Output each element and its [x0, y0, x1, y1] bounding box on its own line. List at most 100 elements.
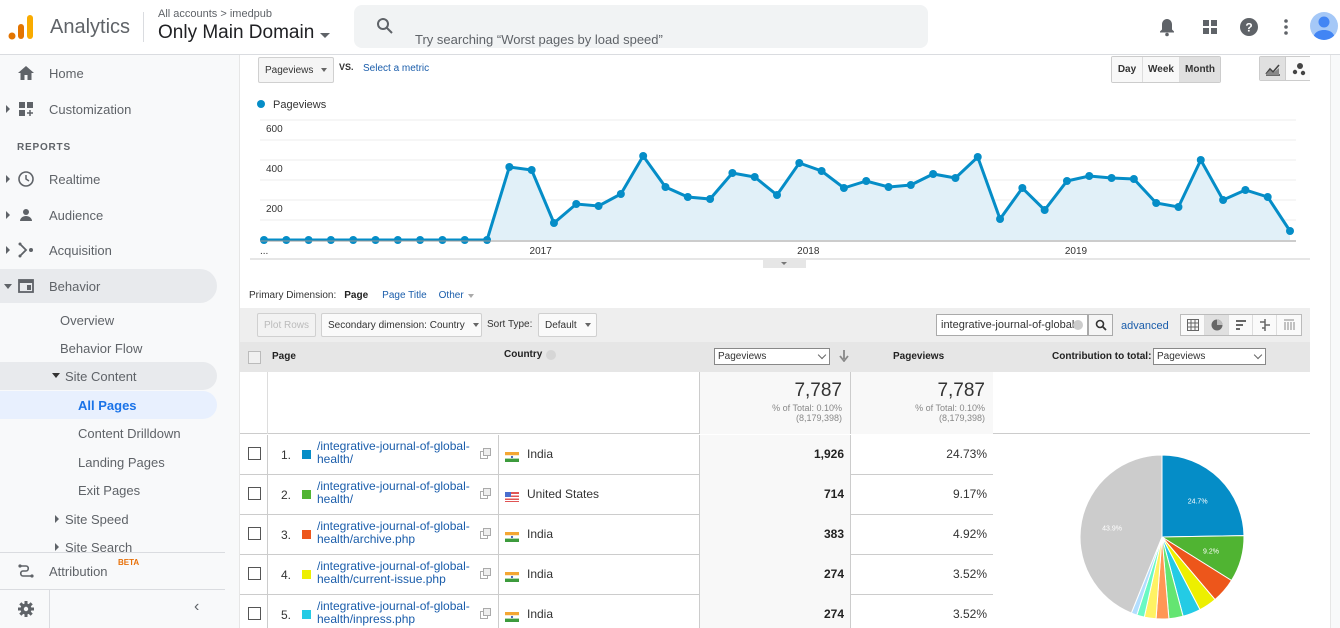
data-point[interactable]: [260, 236, 268, 244]
row-checkbox[interactable]: [248, 527, 261, 540]
comparison-view-button[interactable]: [1253, 315, 1277, 335]
data-point[interactable]: [862, 177, 871, 185]
table-filter-input[interactable]: integrative-journal-of-global: [936, 314, 1088, 336]
sidebar-item-acquisition[interactable]: Acquisition: [0, 233, 217, 267]
page-link[interactable]: /integrative-journal-of-global-health/cu…: [317, 560, 470, 586]
search-bar[interactable]: Try searching “Worst pages by load speed…: [354, 5, 928, 48]
percentage-view-button[interactable]: [1205, 315, 1229, 335]
sidebar-item-behavior-flow[interactable]: Behavior Flow: [0, 334, 217, 362]
sidebar-item-behavior[interactable]: Behavior: [0, 269, 217, 303]
page-link[interactable]: /integrative-journal-of-global-health/in…: [317, 600, 470, 626]
data-point[interactable]: [1062, 177, 1071, 185]
data-point[interactable]: [1107, 174, 1116, 182]
country-column-header[interactable]: Country: [504, 349, 542, 360]
data-point[interactable]: [973, 153, 982, 161]
sidebar-item-audience[interactable]: Audience: [0, 198, 217, 232]
data-point[interactable]: [750, 173, 759, 181]
data-point[interactable]: [326, 236, 335, 244]
scrollbar-track[interactable]: [1330, 55, 1340, 628]
data-point[interactable]: [549, 219, 558, 227]
advanced-filter-link[interactable]: advanced: [1121, 320, 1169, 332]
data-point[interactable]: [527, 166, 536, 174]
data-point[interactable]: [728, 169, 737, 177]
row-checkbox[interactable]: [248, 487, 261, 500]
sidebar-item-overview[interactable]: Overview: [0, 306, 217, 334]
filter-search-button[interactable]: [1088, 314, 1113, 336]
data-table-view-button[interactable]: [1181, 315, 1205, 335]
data-point[interactable]: [460, 236, 469, 244]
data-point[interactable]: [839, 184, 848, 192]
data-point[interactable]: [1018, 184, 1027, 192]
apps-grid-icon[interactable]: [1199, 16, 1221, 38]
page-link[interactable]: /integrative-journal-of-global-health/: [317, 480, 470, 506]
data-point[interactable]: [884, 183, 893, 191]
data-point[interactable]: [817, 167, 826, 175]
account-avatar[interactable]: [1310, 12, 1338, 40]
sort-type-dropdown[interactable]: Default: [538, 313, 597, 337]
term-cloud-view-button[interactable]: [1277, 315, 1301, 335]
data-point[interactable]: [371, 236, 380, 244]
country-name[interactable]: India: [527, 527, 553, 541]
row-checkbox[interactable]: [248, 567, 261, 580]
open-link-icon[interactable]: [480, 448, 491, 459]
data-point[interactable]: [1129, 175, 1138, 183]
more-vert-icon[interactable]: [1275, 16, 1297, 38]
contribution-select[interactable]: Pageviews: [1153, 348, 1266, 365]
open-link-icon[interactable]: [480, 568, 491, 579]
country-name[interactable]: India: [527, 447, 553, 461]
data-point[interactable]: [795, 159, 804, 167]
data-point[interactable]: [304, 236, 313, 244]
page-link[interactable]: /integrative-journal-of-global-health/ar…: [317, 520, 470, 546]
secondary-dimension-dropdown[interactable]: Secondary dimension: Country: [321, 313, 482, 337]
data-point[interactable]: [639, 152, 648, 160]
sidebar-item-home[interactable]: Home: [0, 56, 217, 90]
collapse-sidebar-chevron-icon[interactable]: ‹: [194, 598, 199, 616]
remove-secondary-dimension-icon[interactable]: [546, 350, 556, 360]
country-name[interactable]: India: [527, 607, 553, 621]
data-point[interactable]: [505, 163, 514, 171]
data-point[interactable]: [906, 181, 915, 189]
bell-icon[interactable]: [1156, 16, 1178, 38]
dimension-page-title[interactable]: Page Title: [382, 290, 426, 301]
sidebar-item-all-pages[interactable]: All Pages: [0, 391, 217, 419]
dimension-other[interactable]: Other: [439, 290, 474, 301]
data-point[interactable]: [683, 193, 692, 201]
page-column-header[interactable]: Page: [272, 351, 296, 362]
clear-filter-icon[interactable]: [1073, 320, 1083, 330]
data-point[interactable]: [616, 190, 625, 198]
data-point[interactable]: [1263, 193, 1272, 201]
data-point[interactable]: [1085, 172, 1094, 180]
sidebar-item-site-content[interactable]: Site Content: [0, 362, 217, 390]
sidebar-item-exit-pages[interactable]: Exit Pages: [0, 476, 217, 504]
select-all-checkbox[interactable]: [248, 351, 261, 364]
page-link[interactable]: /integrative-journal-of-global-health/: [317, 440, 470, 466]
open-link-icon[interactable]: [480, 528, 491, 539]
data-point[interactable]: [594, 202, 603, 210]
row-checkbox[interactable]: [248, 607, 261, 620]
data-point[interactable]: [483, 236, 492, 244]
sidebar-item-site-search[interactable]: Site Search: [0, 533, 217, 553]
data-point[interactable]: [1174, 203, 1183, 211]
data-point[interactable]: [572, 200, 581, 208]
data-point[interactable]: [661, 183, 670, 191]
row-checkbox[interactable]: [248, 447, 261, 460]
view-selector[interactable]: Only Main Domain: [158, 22, 331, 44]
sidebar-item-site-speed[interactable]: Site Speed: [0, 505, 217, 533]
data-point[interactable]: [773, 191, 781, 199]
breadcrumb[interactable]: All accounts > imedpub: [158, 8, 272, 20]
sort-descending-icon[interactable]: [839, 350, 849, 362]
open-link-icon[interactable]: [480, 488, 491, 499]
data-point[interactable]: [393, 236, 402, 244]
data-point[interactable]: [349, 236, 358, 244]
data-point[interactable]: [1219, 196, 1228, 204]
gear-icon[interactable]: [17, 600, 35, 618]
sidebar-item-attribution[interactable]: Attribution BETA: [0, 555, 225, 587]
sidebar-item-customization[interactable]: Customization: [0, 92, 217, 126]
sidebar-item-landing-pages[interactable]: Landing Pages: [0, 448, 217, 476]
data-point[interactable]: [282, 236, 291, 244]
sidebar-item-realtime[interactable]: Realtime: [0, 162, 217, 196]
data-point[interactable]: [1241, 186, 1250, 194]
data-point[interactable]: [1196, 156, 1205, 164]
data-point[interactable]: [438, 236, 447, 244]
dimension-page[interactable]: Page: [344, 290, 368, 301]
